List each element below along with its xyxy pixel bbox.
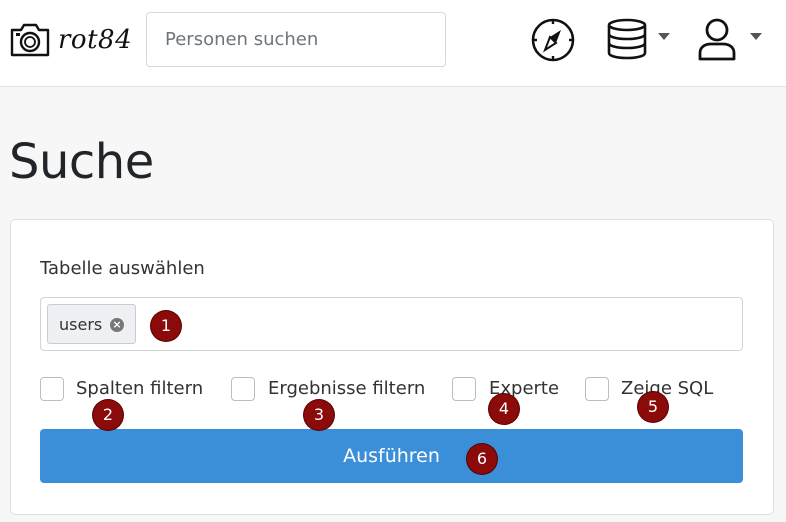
- marker-badge: 2: [93, 400, 123, 430]
- compass-icon[interactable]: [530, 17, 576, 63]
- camera-icon: [10, 23, 50, 57]
- checkbox-label-spalten-filtern[interactable]: Spalten filtern: [76, 378, 203, 399]
- brand[interactable]: rot84: [10, 20, 132, 60]
- search-input[interactable]: [146, 12, 446, 67]
- marker-badge: 6: [467, 444, 497, 474]
- marker-badge: 5: [638, 392, 668, 422]
- checkbox-experte[interactable]: [452, 377, 476, 401]
- checkbox-spalten-filtern[interactable]: [40, 377, 64, 401]
- chevron-down-icon[interactable]: [750, 33, 762, 40]
- navbar: rot84: [0, 0, 786, 87]
- page-title: Suche: [9, 134, 154, 190]
- user-icon[interactable]: [697, 17, 741, 61]
- selected-table-label: users: [59, 314, 103, 334]
- marker-badge: 1: [151, 311, 181, 341]
- checkbox-label-ergebnisse-filtern[interactable]: Ergebnisse filtern: [268, 378, 425, 399]
- database-icon[interactable]: [605, 17, 649, 61]
- checkbox-label-zeige-sql[interactable]: Zeige SQL: [621, 378, 713, 399]
- close-icon[interactable]: ×: [110, 318, 124, 332]
- marker-badge: 3: [304, 400, 334, 430]
- marker-badge: 4: [489, 394, 519, 424]
- table-select-label: Tabelle auswählen: [40, 258, 205, 279]
- checkbox-zeige-sql[interactable]: [585, 377, 609, 401]
- chevron-down-icon[interactable]: [658, 33, 670, 40]
- checkbox-ergebnisse-filtern[interactable]: [231, 377, 255, 401]
- run-button[interactable]: Ausführen: [40, 429, 743, 483]
- table-select[interactable]: [40, 297, 743, 351]
- brand-name: rot84: [58, 25, 133, 55]
